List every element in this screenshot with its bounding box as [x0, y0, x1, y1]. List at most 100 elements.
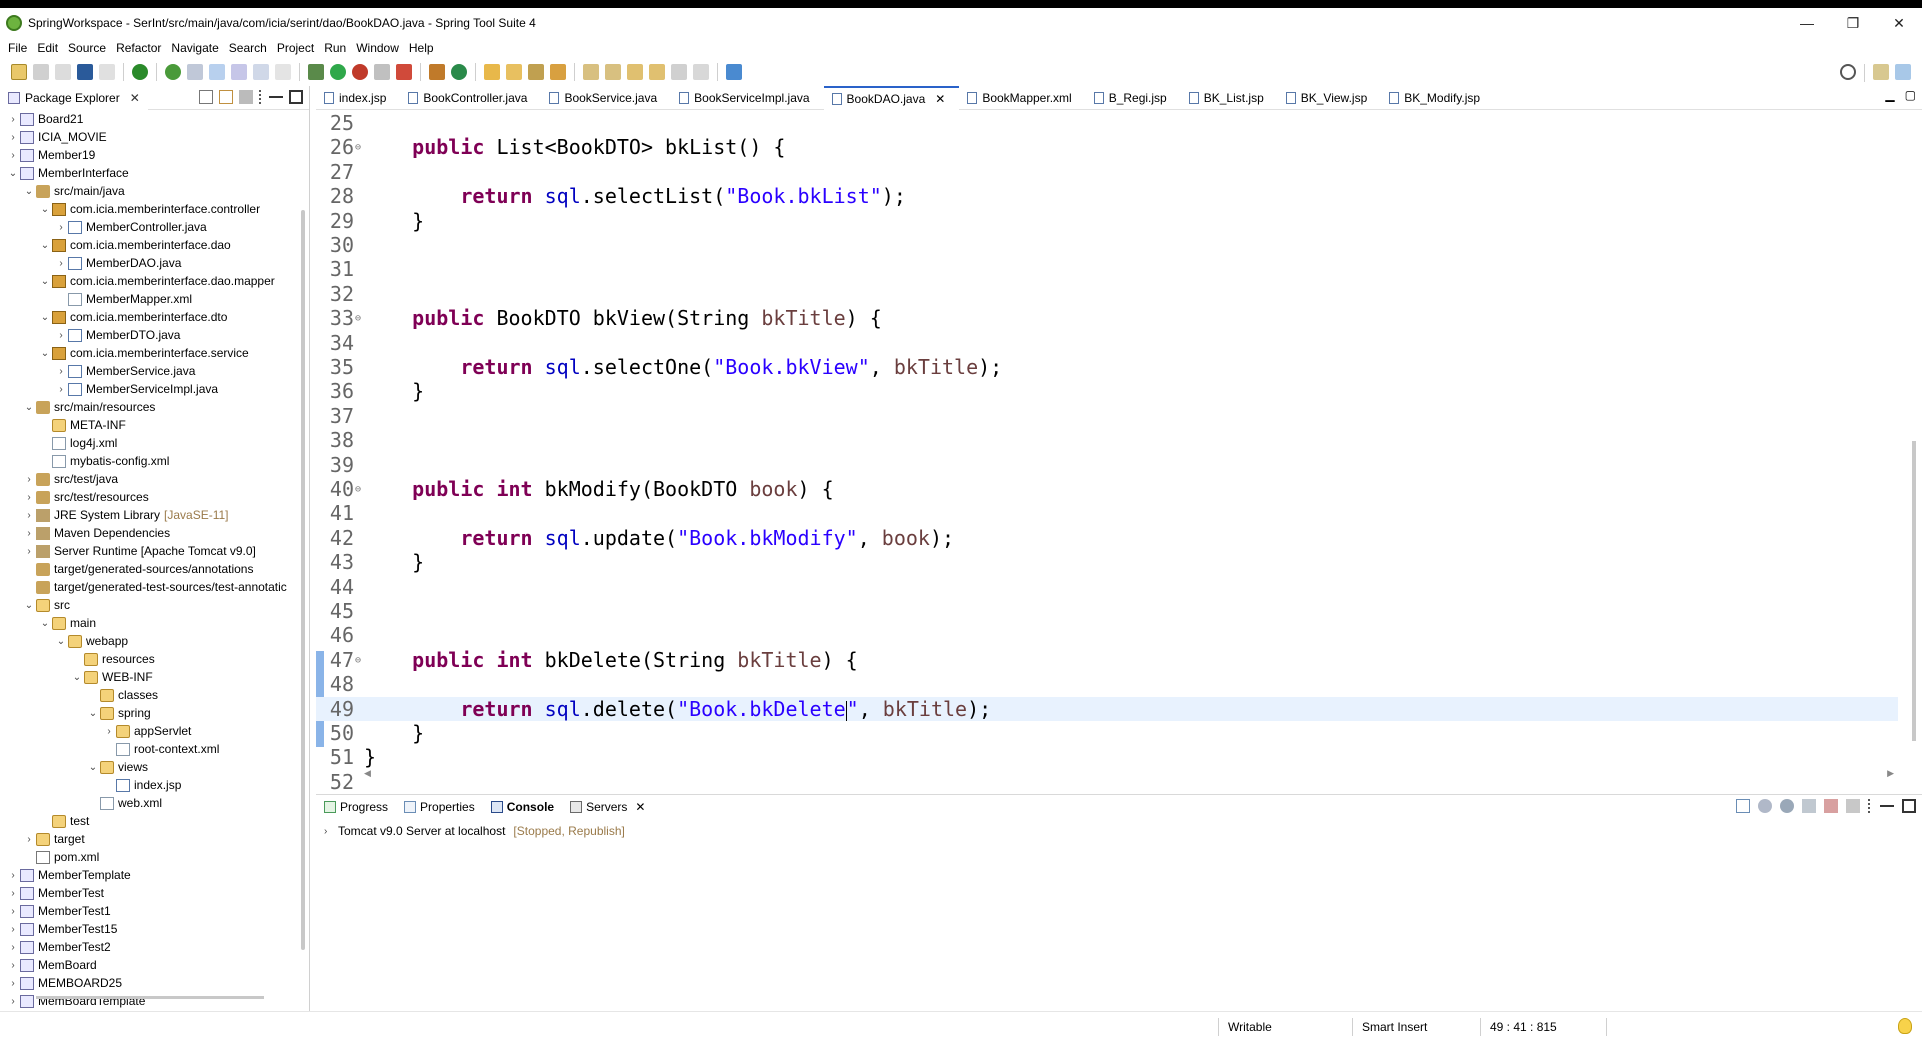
tree-item[interactable]: › MemberService.java [54, 362, 195, 380]
editor-tab[interactable]: B_Regi.jsp [1086, 86, 1181, 110]
code-line[interactable]: 26 ⊖ public List<BookDTO> bkList() { [316, 135, 1898, 159]
editor-tab[interactable]: BK_List.jsp [1181, 86, 1278, 110]
tree-item[interactable]: › appServlet [102, 722, 191, 740]
menu-project[interactable]: Project [275, 41, 322, 55]
code-line[interactable]: 46 [316, 623, 1898, 647]
code-line[interactable]: 45 [316, 599, 1898, 623]
chevron-down-icon[interactable]: ⌄ [38, 618, 52, 629]
tree-item[interactable]: ⌄ src [22, 596, 70, 614]
code-line[interactable]: 41 [316, 501, 1898, 525]
tree-item[interactable]: › MemberTest [6, 884, 104, 902]
server-entry[interactable]: › Tomcat v9.0 Server at localhost [Stopp… [316, 821, 1922, 841]
chevron-right-icon[interactable]: › [54, 366, 68, 377]
new-file-icon[interactable] [11, 64, 27, 80]
code-line[interactable]: 48 [316, 672, 1898, 696]
tree-item[interactable]: › MemberDTO.java [54, 326, 180, 344]
tree-item[interactable]: ⌄ com.icia.memberinterface.dao.mapper [38, 272, 275, 290]
search-tool-icon[interactable] [528, 64, 544, 80]
tab-progress[interactable]: Progress [316, 795, 396, 819]
tree-item[interactable]: › Member19 [6, 146, 95, 164]
chevron-right-icon[interactable]: › [6, 906, 20, 917]
chevron-right-icon[interactable]: › [22, 474, 36, 485]
editor-tab[interactable]: BK_View.jsp [1278, 86, 1382, 110]
chevron-right-icon[interactable]: › [22, 546, 36, 557]
chevron-down-icon[interactable]: ⌄ [22, 186, 36, 197]
publish-icon[interactable] [1846, 799, 1860, 813]
tree-item[interactable]: ⌄ src/main/java [22, 182, 125, 200]
tree-item[interactable]: ⌄ src/main/resources [22, 398, 156, 416]
new-java-package-icon[interactable] [429, 64, 445, 80]
close-icon[interactable]: ✕ [635, 800, 645, 814]
code-line[interactable]: 27 [316, 160, 1898, 184]
code-line[interactable]: 34 [316, 331, 1898, 355]
tree-item[interactable]: ⌄ com.icia.memberinterface.service [38, 344, 249, 362]
editor-tab[interactable]: index.jsp [316, 86, 400, 110]
chevron-right-icon[interactable]: › [22, 528, 36, 539]
code-line[interactable]: 50 } [316, 721, 1898, 745]
tree-item[interactable]: pom.xml [22, 848, 99, 866]
tree-item[interactable]: › src/test/java [22, 470, 118, 488]
tree-item[interactable]: ⌄ com.icia.memberinterface.dto [38, 308, 228, 326]
last-edit-location-icon[interactable] [627, 64, 643, 80]
chevron-right-icon[interactable]: › [324, 826, 338, 837]
tab-console[interactable]: Console [483, 795, 562, 819]
code-line[interactable]: 44 [316, 575, 1898, 599]
chevron-down-icon[interactable]: ⌄ [70, 672, 84, 683]
code-line[interactable]: 31 [316, 257, 1898, 281]
chevron-right-icon[interactable]: › [6, 996, 20, 1007]
tree-item[interactable]: › target [22, 830, 84, 848]
package-explorer-scrollbar[interactable] [301, 210, 305, 950]
package-explorer-hscrollbar[interactable] [36, 996, 264, 999]
tree-item[interactable]: › MEMBOARD25 [6, 974, 122, 992]
chevron-down-icon[interactable]: ⌄ [38, 348, 52, 359]
chevron-right-icon[interactable]: › [22, 834, 36, 845]
chevron-right-icon[interactable]: › [6, 978, 20, 989]
chevron-right-icon[interactable]: › [6, 150, 20, 161]
stop-server-icon[interactable] [1824, 799, 1838, 813]
chevron-right-icon[interactable]: › [54, 222, 68, 233]
chevron-right-icon[interactable]: › [54, 330, 68, 341]
toggle-word-wrap-icon[interactable] [231, 64, 247, 80]
scroll-left-icon[interactable]: ◀ [364, 768, 371, 779]
stop-icon[interactable] [374, 64, 390, 80]
chevron-down-icon[interactable]: ⌄ [6, 168, 20, 179]
chevron-down-icon[interactable]: ⌄ [86, 762, 100, 773]
tree-item[interactable]: ⌄ WEB-INF [70, 668, 153, 686]
chevron-right-icon[interactable]: › [6, 942, 20, 953]
previous-annotation-icon[interactable] [605, 64, 621, 80]
collapse-all-icon[interactable] [199, 90, 213, 104]
tree-item[interactable]: web.xml [86, 794, 162, 812]
tree-item[interactable]: › MemberServiceImpl.java [54, 380, 218, 398]
chevron-right-icon[interactable]: › [6, 132, 20, 143]
tree-item[interactable]: target/generated-sources/annotations [22, 560, 253, 578]
tree-item[interactable]: › MemberTemplate [6, 866, 130, 884]
forward-icon[interactable] [693, 64, 709, 80]
tab-servers[interactable]: Servers ✕ [562, 795, 653, 819]
status-insert-mode[interactable]: Smart Insert [1362, 1020, 1427, 1034]
chevron-right-icon[interactable]: › [22, 492, 36, 503]
chevron-down-icon[interactable]: ⌄ [22, 600, 36, 611]
code-line[interactable]: 47 ⊖ public int bkDelete(String bkTitle) … [316, 648, 1898, 672]
search-icon[interactable] [1840, 64, 1856, 80]
code-line[interactable]: 40 ⊖ public int bkModify(BookDTO book) { [316, 477, 1898, 501]
save-icon[interactable] [33, 64, 49, 80]
start-server-icon[interactable] [1780, 799, 1794, 813]
tree-item[interactable]: › MemberTest15 [6, 920, 117, 938]
tree-item[interactable]: › Maven Dependencies [22, 524, 170, 542]
tree-item[interactable]: root-context.xml [102, 740, 219, 758]
next-annotation-icon[interactable] [583, 64, 599, 80]
chevron-right-icon[interactable]: › [6, 960, 20, 971]
editor-tab[interactable]: BookController.java [400, 86, 541, 110]
toggle-mark-occurrences-icon[interactable] [209, 64, 225, 80]
code-line[interactable]: 49 return sql.delete("Book.bkDelete", bk… [316, 697, 1898, 721]
tree-item[interactable]: ⌄ views [86, 758, 148, 776]
chevron-right-icon[interactable]: › [102, 726, 116, 737]
chevron-down-icon[interactable]: ⌄ [22, 402, 36, 413]
tree-item[interactable]: › JRE System Library [JavaSE-11] [22, 506, 228, 524]
code-line[interactable]: 32 [316, 282, 1898, 306]
editor-hscrollbar[interactable]: ◀ ▶ [364, 768, 1894, 782]
editor-tab[interactable]: BookDAO.java ✕ [823, 85, 960, 110]
chevron-down-icon[interactable]: ⌄ [38, 240, 52, 251]
code-line[interactable]: 33 ⊖ public BookDTO bkView(String bkTitle… [316, 306, 1898, 330]
tree-item[interactable]: › MemberController.java [54, 218, 206, 236]
